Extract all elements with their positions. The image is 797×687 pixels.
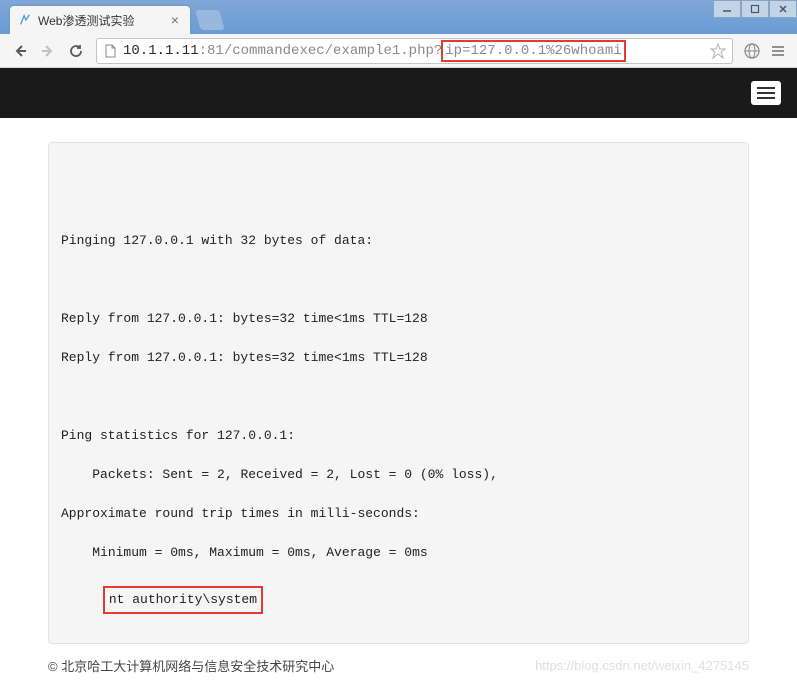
forward-button[interactable] xyxy=(36,39,60,63)
address-bar[interactable]: 10.1.1.11:81/commandexec/example1.php?ip… xyxy=(96,38,733,64)
output-line: Ping statistics for 127.0.0.1: xyxy=(61,426,736,446)
tab-title: Web渗透测试实验 xyxy=(38,12,168,29)
output-line xyxy=(61,524,736,544)
tab-strip: Web渗透测试实验 × xyxy=(0,0,797,34)
whoami-result-highlighted: nt authority\system xyxy=(103,586,263,614)
bookmark-star-icon[interactable] xyxy=(710,43,726,59)
url-host: 10.1.1.11 xyxy=(123,43,199,59)
command-output-block: Pinging 127.0.0.1 with 32 bytes of data:… xyxy=(48,142,749,644)
maximize-button[interactable] xyxy=(741,0,769,18)
url-query-highlighted: ip=127.0.0.1%26whoami xyxy=(441,40,625,62)
close-window-button[interactable] xyxy=(769,0,797,18)
new-tab-button[interactable] xyxy=(195,10,224,30)
watermark-text: https://blog.csdn.net/weixin_4275145 xyxy=(535,658,749,673)
output-line xyxy=(61,270,736,290)
url-port: :81 xyxy=(199,43,224,59)
site-header xyxy=(0,68,797,118)
page-content: Pinging 127.0.0.1 with 32 bytes of data:… xyxy=(0,68,797,687)
minimize-button[interactable] xyxy=(713,0,741,18)
globe-icon[interactable] xyxy=(741,40,763,62)
output-line: Reply from 127.0.0.1: bytes=32 time<1ms … xyxy=(61,348,736,368)
browser-toolbar: 10.1.1.11:81/commandexec/example1.php?ip… xyxy=(0,34,797,68)
output-line: Reply from 127.0.0.1: bytes=32 time<1ms … xyxy=(61,309,736,329)
copyright-text: © 北京哈工大计算机网络与信息安全技术研究中心 xyxy=(48,656,334,675)
output-line xyxy=(61,485,736,505)
back-button[interactable] xyxy=(8,39,32,63)
output-line xyxy=(61,446,736,466)
output-line xyxy=(61,212,736,232)
reload-button[interactable] xyxy=(64,39,88,63)
output-line xyxy=(61,251,736,271)
output-line: Pinging 127.0.0.1 with 32 bytes of data: xyxy=(61,231,736,251)
output-line xyxy=(61,407,736,427)
tab-close-icon[interactable]: × xyxy=(168,13,182,27)
output-line xyxy=(61,329,736,349)
page-icon xyxy=(103,44,117,58)
output-line xyxy=(61,290,736,310)
output-line xyxy=(61,387,736,407)
chrome-menu-icon[interactable] xyxy=(767,40,789,62)
site-menu-button[interactable] xyxy=(751,81,781,105)
output-line: Packets: Sent = 2, Received = 2, Lost = … xyxy=(61,465,736,485)
output-line xyxy=(61,192,736,212)
output-line: Minimum = 0ms, Maximum = 0ms, Average = … xyxy=(61,543,736,563)
window-controls xyxy=(713,0,797,18)
output-line: Approximate round trip times in milli-se… xyxy=(61,504,736,524)
url-path: /commandexec/example1.php? xyxy=(224,43,442,59)
output-line xyxy=(61,368,736,388)
page-footer: © 北京哈工大计算机网络与信息安全技术研究中心 https://blog.csd… xyxy=(0,644,797,687)
browser-tab[interactable]: Web渗透测试实验 × xyxy=(10,6,190,34)
tab-favicon-icon xyxy=(18,13,32,27)
main-content: Pinging 127.0.0.1 with 32 bytes of data:… xyxy=(0,118,797,644)
